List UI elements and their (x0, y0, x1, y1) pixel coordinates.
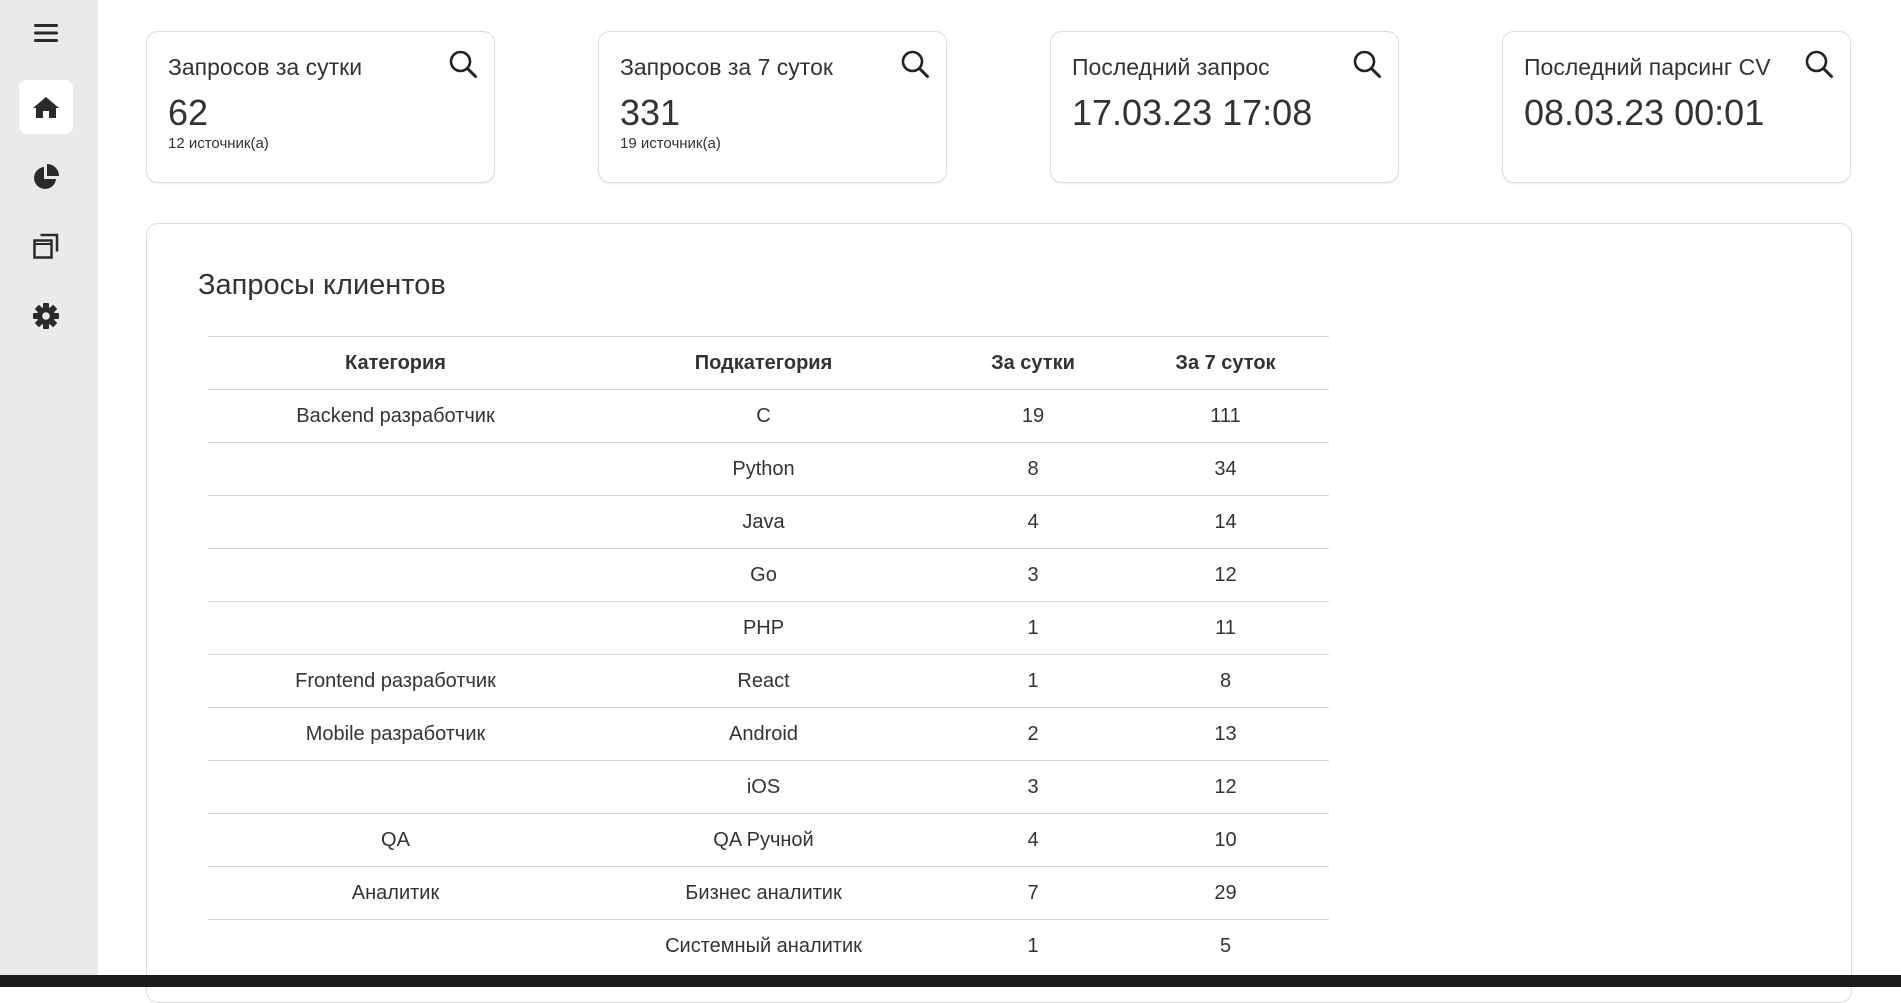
cell-category: Frontend разработчик (208, 654, 583, 708)
search-icon[interactable] (900, 49, 930, 79)
cell-per-day: 3 (944, 548, 1122, 602)
table-row: Backend разработчик C 19 111 (208, 389, 1329, 443)
table-row: Java 4 14 (208, 495, 1329, 549)
sidebar (0, 0, 98, 975)
table-row: Mobile разработчик Android 2 13 (208, 707, 1329, 761)
cell-category: Аналитик (208, 866, 583, 920)
stat-card-last-cv-parsing: Последний парсинг CV 08.03.23 00:01 (1502, 31, 1851, 183)
cell-per-day: 19 (944, 389, 1122, 443)
cell-subcategory: Системный аналитик (583, 919, 944, 972)
menu-toggle-button[interactable] (19, 6, 73, 60)
table-row: iOS 3 12 (208, 760, 1329, 814)
gear-icon (33, 303, 59, 329)
cell-subcategory: Go (583, 548, 944, 602)
cell-per-day: 1 (944, 654, 1122, 708)
cell-per-day: 1 (944, 601, 1122, 655)
search-icon[interactable] (1352, 49, 1382, 79)
cell-category (208, 919, 583, 972)
stat-card-requests-day: Запросов за сутки 62 12 источник(а) (146, 31, 495, 183)
cell-per-day: 8 (944, 442, 1122, 496)
cell-category (208, 760, 583, 814)
card-title: Последний запрос (1072, 54, 1270, 80)
cell-per-day: 3 (944, 760, 1122, 814)
cell-subcategory: iOS (583, 760, 944, 814)
sidebar-item-windows[interactable] (19, 219, 73, 273)
cell-per-week: 5 (1122, 919, 1329, 972)
cell-category (208, 442, 583, 496)
cell-subcategory: Бизнес аналитик (583, 866, 944, 920)
stat-card-requests-week: Запросов за 7 суток 331 19 источник(а) (598, 31, 947, 183)
cell-per-week: 12 (1122, 760, 1329, 814)
os-taskbar (0, 975, 1901, 987)
cell-category: QA (208, 813, 583, 867)
cell-per-day: 2 (944, 707, 1122, 761)
panel-title: Запросы клиентов (198, 269, 446, 301)
sidebar-item-settings[interactable] (19, 289, 73, 343)
card-value: 331 (620, 92, 681, 133)
cell-category (208, 548, 583, 602)
home-icon (33, 97, 59, 118)
cell-per-day: 4 (944, 495, 1122, 549)
cell-per-week: 10 (1122, 813, 1329, 867)
cell-category: Backend разработчик (208, 389, 583, 443)
card-title: Последний парсинг CV (1524, 54, 1771, 80)
card-value: 08.03.23 00:01 (1524, 92, 1765, 133)
cell-subcategory: Java (583, 495, 944, 549)
cell-subcategory: Python (583, 442, 944, 496)
cell-per-week: 8 (1122, 654, 1329, 708)
header-per-day[interactable]: За сутки (944, 336, 1122, 390)
requests-table: Категория Подкатегория За сутки За 7 сут… (208, 336, 1329, 972)
sidebar-item-statistics[interactable] (19, 150, 73, 204)
card-value: 17.03.23 17:08 (1072, 92, 1313, 133)
card-sources: 19 источник(а) (620, 135, 721, 152)
card-value: 62 (168, 92, 209, 133)
cell-per-week: 13 (1122, 707, 1329, 761)
cell-per-week: 12 (1122, 548, 1329, 602)
header-per-week[interactable]: За 7 суток (1122, 336, 1329, 390)
cell-subcategory: C (583, 389, 944, 443)
cell-category: Mobile разработчик (208, 707, 583, 761)
client-requests-panel: Запросы клиентов Категория Подкатегория … (146, 223, 1852, 1003)
cell-per-day: 1 (944, 919, 1122, 972)
header-category[interactable]: Категория (208, 336, 583, 390)
hamburger-menu-icon (34, 24, 58, 42)
cell-category (208, 495, 583, 549)
cell-per-week: 111 (1122, 389, 1329, 443)
card-title: Запросов за сутки (168, 54, 363, 80)
cell-per-day: 4 (944, 813, 1122, 867)
pie-chart-icon (34, 164, 59, 189)
cell-subcategory: QA Ручной (583, 813, 944, 867)
cell-subcategory: PHP (583, 601, 944, 655)
header-subcategory[interactable]: Подкатегория (583, 336, 944, 390)
cell-per-week: 14 (1122, 495, 1329, 549)
stat-card-last-request: Последний запрос 17.03.23 17:08 (1050, 31, 1399, 183)
table-row: Системный аналитик 1 5 (208, 919, 1329, 972)
card-title: Запросов за 7 суток (620, 54, 833, 80)
table-row: Python 8 34 (208, 442, 1329, 496)
copy-windows-icon (33, 233, 59, 259)
table-row: Аналитик Бизнес аналитик 7 29 (208, 866, 1329, 920)
table-row: PHP 1 11 (208, 601, 1329, 655)
cell-subcategory: Android (583, 707, 944, 761)
cell-per-week: 29 (1122, 866, 1329, 920)
search-icon[interactable] (448, 49, 478, 79)
search-icon[interactable] (1804, 49, 1834, 79)
table-header-row: Категория Подкатегория За сутки За 7 сут… (208, 336, 1329, 390)
cell-per-week: 34 (1122, 442, 1329, 496)
cell-subcategory: React (583, 654, 944, 708)
card-sources: 12 источник(а) (168, 135, 269, 152)
table-row: QA QA Ручной 4 10 (208, 813, 1329, 867)
cell-category (208, 601, 583, 655)
table-row: Go 3 12 (208, 548, 1329, 602)
sidebar-item-home[interactable] (19, 80, 73, 134)
table-row: Frontend разработчик React 1 8 (208, 654, 1329, 708)
cell-per-week: 11 (1122, 601, 1329, 655)
cell-per-day: 7 (944, 866, 1122, 920)
